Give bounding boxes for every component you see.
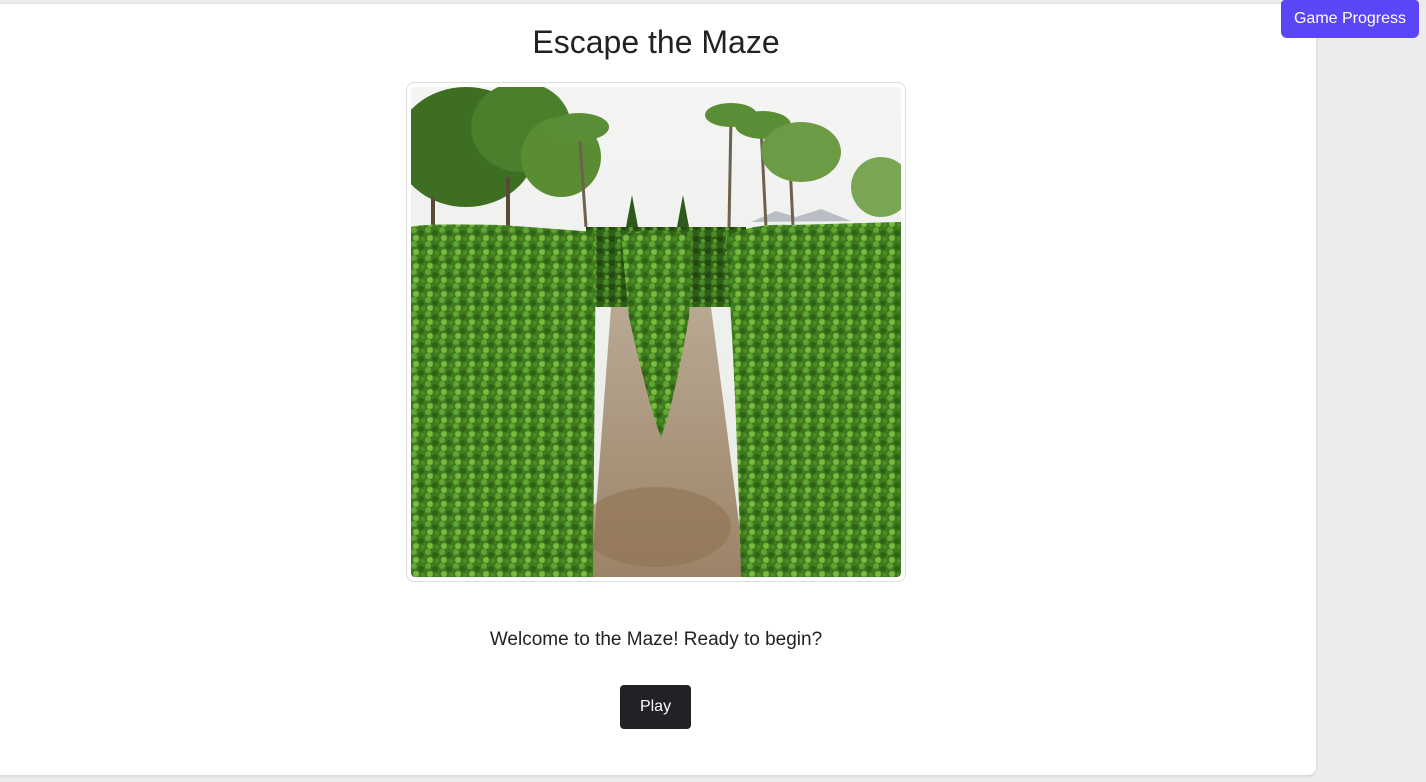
- game-progress-button[interactable]: Game Progress: [1281, 0, 1419, 38]
- maze-scene-image: [411, 87, 901, 577]
- game-card: Escape the Maze Welcome to the Maze! Rea…: [0, 4, 1316, 775]
- scene-image-frame: [406, 82, 906, 582]
- play-button[interactable]: Play: [620, 685, 691, 729]
- game-title: Escape the Maze: [532, 24, 780, 60]
- welcome-message: Welcome to the Maze! Ready to begin?: [489, 629, 823, 650]
